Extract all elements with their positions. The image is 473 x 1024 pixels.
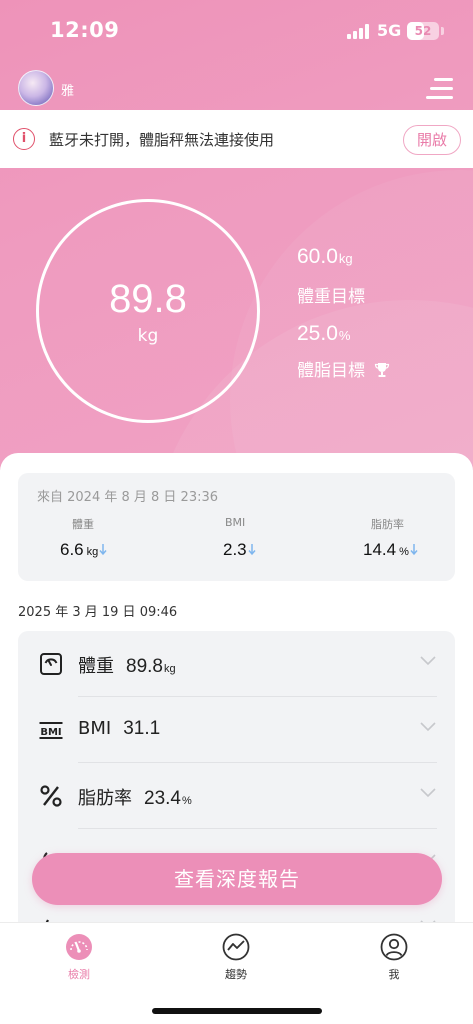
metric-name: 脂肪率 23.4%	[78, 784, 192, 810]
tab-label: 我	[388, 968, 400, 981]
menu-icon[interactable]	[426, 78, 453, 100]
battery-icon: 52	[407, 22, 439, 40]
metric-value: 31.1	[123, 718, 160, 739]
gauge-icon	[66, 934, 92, 960]
stat-unit: %	[399, 546, 409, 558]
tab-label: 檢測	[68, 968, 90, 981]
stat-number: 6.6	[60, 540, 84, 559]
metric-value: 89.8kg	[126, 656, 176, 677]
metric-number: 31.1	[123, 718, 161, 739]
avatar[interactable]	[18, 70, 54, 106]
info-icon: i	[13, 128, 35, 150]
arrow-down-icon	[248, 544, 256, 556]
current-weight-unit: kg	[137, 326, 159, 346]
battery-tip	[441, 27, 444, 35]
cellular-signal-icon	[347, 24, 371, 39]
stat-number: 2.3	[223, 540, 247, 559]
last-record-source: 來自 2024 年 8 月 8 日 23:36	[37, 490, 219, 505]
stat-value-fat: 14.4%	[363, 540, 418, 560]
stat-value-weight: 6.6 kg	[60, 540, 107, 560]
svg-text:BMI: BMI	[40, 727, 61, 738]
tab-label: 趨勢	[225, 968, 247, 981]
stat-label-weight: 體重	[72, 518, 94, 531]
fat-goal-unit: %	[338, 328, 351, 343]
tab-me[interactable]: 我	[354, 933, 434, 989]
trophy-icon	[375, 363, 390, 377]
trend-icon	[222, 933, 250, 961]
metric-row-weight[interactable]: 體重 89.8kg	[18, 631, 455, 697]
chevron-down-icon	[420, 722, 436, 732]
metric-label: 體重	[78, 656, 114, 677]
weight-goal-unit: kg	[338, 251, 353, 266]
metric-row-bmi[interactable]: BMI BMI 31.1	[18, 697, 455, 763]
fat-goal-label-row: 體脂目標	[297, 356, 390, 381]
status-time: 12:09	[50, 18, 120, 42]
metric-row-fat[interactable]: 脂肪率 23.4%	[18, 763, 455, 829]
stat-number: 14.4	[363, 540, 397, 559]
arrow-down-icon	[99, 544, 107, 556]
decor-circle	[230, 170, 473, 470]
weight-goal-label: 體重目標	[297, 287, 365, 307]
metric-name: 體重 89.8kg	[78, 652, 176, 678]
profile-icon	[380, 933, 408, 961]
metric-number: 89.8	[126, 656, 163, 677]
fat-goal-value[interactable]: 25.0%	[297, 322, 350, 346]
bmi-icon: BMI	[39, 722, 63, 739]
measurement-date: 2025 年 3 月 19 日 09:46	[18, 605, 178, 620]
view-report-button[interactable]: 查看深度報告	[32, 853, 442, 905]
weight-goal-number: 60.0	[297, 245, 338, 268]
fat-goal-number: 25.0	[297, 322, 338, 345]
metric-label: 脂肪率	[78, 788, 132, 809]
home-indicator	[152, 1008, 322, 1014]
tab-detect[interactable]: 檢測	[39, 933, 119, 989]
enable-bluetooth-button[interactable]: 開啟	[403, 125, 461, 155]
stat-value-bmi: 2.3	[223, 540, 256, 560]
network-type: 5G	[377, 21, 402, 40]
weight-goal-value[interactable]: 60.0kg	[297, 245, 353, 269]
stat-label-bmi: BMI	[225, 516, 246, 529]
tab-trend[interactable]: 趨勢	[196, 933, 276, 989]
metric-label: BMI	[78, 718, 112, 739]
percent-icon	[40, 785, 62, 807]
metric-number: 23.4	[144, 788, 181, 809]
chevron-down-icon	[420, 656, 436, 666]
bluetooth-message: 藍牙未打開，體脂秤無法連接使用	[49, 131, 275, 149]
arrow-down-icon	[410, 544, 418, 556]
metric-unit: kg	[163, 663, 176, 675]
stat-label-fat: 脂肪率	[371, 518, 404, 531]
status-bar: 12:09 5G	[0, 0, 473, 60]
metric-value: 23.4%	[144, 788, 192, 809]
user-name: 雅	[61, 84, 75, 99]
metric-unit: %	[181, 795, 192, 807]
stat-unit: kg	[86, 546, 99, 558]
battery-percent: 52	[414, 24, 432, 38]
scale-icon	[40, 653, 62, 675]
fat-goal-label: 體脂目標	[297, 361, 365, 381]
current-weight-value: 89.8	[109, 277, 187, 321]
chevron-down-icon	[420, 788, 436, 798]
metric-name: BMI 31.1	[78, 718, 160, 740]
